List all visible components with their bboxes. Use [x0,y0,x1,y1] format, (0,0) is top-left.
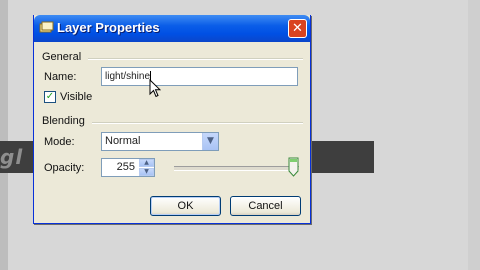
opacity-label: Opacity: [44,162,85,174]
layer-properties-dialog: Layer Properties ✕ General Name: light/s… [33,15,311,224]
close-button[interactable]: ✕ [288,19,307,38]
dialog-title: Layer Properties [57,20,160,35]
opacity-stepper[interactable]: 255 ▲ ▼ [101,158,155,177]
general-group-divider [88,58,303,60]
opacity-slider-thumb[interactable] [288,157,299,177]
layer-icon [39,21,54,33]
ok-button[interactable]: OK [150,196,221,216]
mode-dropdown-value: Normal [105,135,141,147]
mouse-pointer-icon [149,79,161,98]
arrow-down-icon: ▼ [144,168,149,175]
blending-group-label: Blending [42,115,85,127]
checkmark-icon: ✓ [45,91,55,102]
cancel-button[interactable]: Cancel [230,196,301,216]
close-icon: ✕ [292,21,303,36]
mode-label: Mode: [44,136,75,148]
name-field[interactable]: light/shine [101,67,298,86]
spin-down-button[interactable]: ▼ [139,168,154,176]
general-group-label: General [42,51,82,63]
visible-label: Visible [60,91,93,103]
background-edge-right [468,0,480,270]
background-edge [0,0,8,270]
name-label: Name: [44,71,77,83]
dropdown-arrow-glyph: ▼ [207,136,214,146]
visible-checkbox[interactable]: ✓ [44,91,56,103]
dialog-titlebar[interactable]: Layer Properties ✕ [34,15,310,42]
arrow-up-icon: ▲ [144,159,149,166]
opacity-value: 255 [116,161,135,173]
blending-group-divider [92,122,303,124]
name-field-value: light/shine [105,71,151,82]
chevron-down-icon[interactable]: ▼ [202,133,218,150]
mode-dropdown[interactable]: Normal ▼ [101,132,219,151]
spin-up-button[interactable]: ▲ [139,159,154,167]
opacity-slider-track[interactable] [174,166,299,171]
